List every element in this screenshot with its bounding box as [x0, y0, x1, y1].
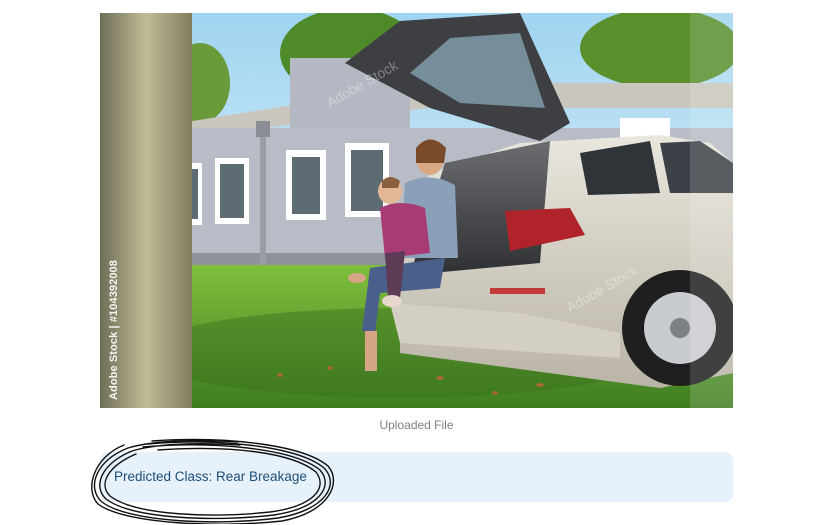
image-caption: Uploaded File	[379, 418, 454, 432]
stock-watermark: Adobe Stock | #104392008	[108, 260, 120, 400]
prediction-text: Predicted Class: Rear Breakage	[114, 469, 307, 484]
prediction-alert: Predicted Class: Rear Breakage	[100, 452, 733, 502]
uploaded-image: Adobe Stock Adobe Stock	[100, 13, 733, 408]
